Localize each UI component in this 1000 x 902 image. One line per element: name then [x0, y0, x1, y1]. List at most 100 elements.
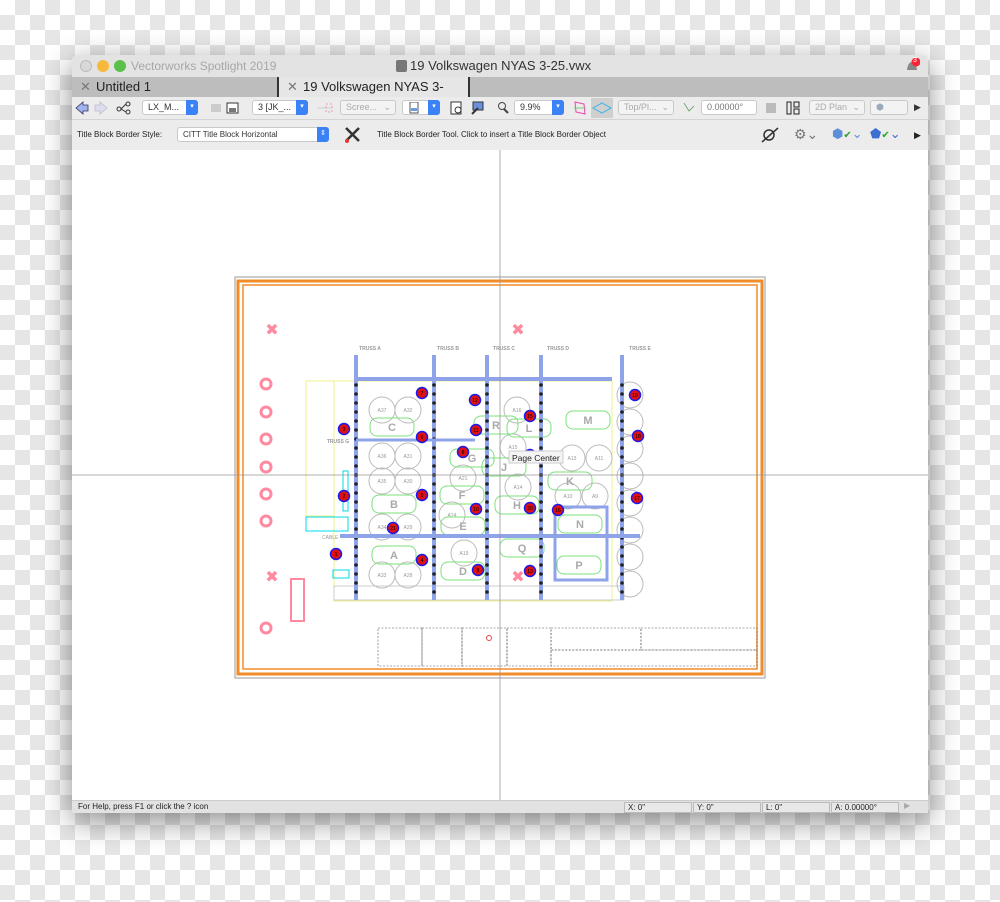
lighting-fixture — [432, 455, 436, 459]
navigation-graph-icon[interactable] — [116, 100, 132, 116]
drawing-svg[interactable]: ✖✖✖✖A37 A32A36 A31A35 A30A34 A29A33 A28A16A15… — [72, 150, 928, 800]
view-select[interactable]: Top/Pl... ⌄ — [618, 100, 674, 115]
chevron-down-icon: ▾ — [428, 100, 440, 115]
render-mode-select[interactable]: 2D Plan ⌄ — [809, 100, 865, 115]
stack-layers-icon[interactable] — [764, 100, 778, 116]
app-title: Vectorworks Spotlight 2019 — [131, 59, 277, 73]
more-arrow-icon[interactable]: ▶ — [914, 130, 921, 141]
more-arrow-icon[interactable]: ▶ — [914, 102, 921, 113]
lighting-fixture — [620, 383, 624, 387]
screen-select-value: Scree... — [346, 102, 378, 112]
balloon-number: 17 — [634, 496, 640, 502]
lighting-fixture — [620, 419, 624, 423]
lighting-fixture — [354, 518, 358, 522]
close-tab-icon[interactable]: ✕ — [80, 77, 91, 96]
lighting-fixture — [539, 527, 543, 531]
page-setup-select[interactable]: ▾ — [402, 100, 440, 115]
status-more-icon[interactable]: ▶ — [904, 801, 910, 810]
tab-untitled-1[interactable]: ✕ Untitled 1 — [72, 77, 277, 97]
tool-settings-icon[interactable] — [343, 125, 365, 145]
lighting-fixture — [620, 491, 624, 495]
rotation-field[interactable]: 0.00000° — [701, 100, 757, 115]
area-label: M — [583, 415, 592, 427]
saved-view-icon[interactable] — [226, 100, 240, 116]
class-select[interactable]: LX_M... ▾ — [142, 100, 198, 115]
snap-inspector-icon[interactable] — [760, 126, 780, 144]
lighting-fixture — [485, 563, 489, 567]
top-plan-view-button[interactable] — [591, 98, 613, 118]
forward-arrow-icon[interactable] — [94, 100, 108, 116]
screen-select[interactable]: Scree... ⌄ — [340, 100, 396, 115]
projection-select[interactable]: ⬢ — [870, 100, 908, 115]
area-label: A — [390, 550, 398, 562]
drawing-canvas[interactable]: ✖ ✖ ✖ ✖ A37 A32 A36 A31 A35 A30 A34 A29 A33 A28 A16 A15… — [72, 150, 928, 800]
seat-label: A29 — [404, 525, 413, 531]
lighting-fixture — [539, 491, 543, 495]
zoom-window-button[interactable] — [114, 60, 126, 72]
lighting-fixture — [485, 437, 489, 441]
lighting-fixture — [354, 401, 358, 405]
seat-label: A15 — [509, 445, 518, 451]
lighting-fixture — [354, 383, 358, 387]
close-tab-icon[interactable]: ✕ — [287, 77, 298, 96]
page-icon — [409, 101, 419, 114]
projection-icon: ⬢ — [876, 102, 884, 112]
lighting-fixture — [354, 455, 358, 459]
lighting-fixture — [354, 446, 358, 450]
layers-icon[interactable] — [210, 100, 222, 116]
tab-volkswagen[interactable]: ✕19 Volkswagen NYAS 3-25.v... — [277, 77, 470, 113]
working-plane-icon[interactable] — [572, 100, 588, 116]
chevron-down-icon: ⌄ — [383, 102, 391, 112]
layer-select[interactable]: 3 [JK_... ▾ — [252, 100, 308, 115]
lighting-fixture — [432, 383, 436, 387]
rotate-plan-icon[interactable] — [681, 100, 697, 116]
seat-label: A21 — [459, 476, 468, 482]
render-mode-value: 2D Plan — [815, 102, 848, 112]
lighting-fixture — [354, 545, 358, 549]
lighting-fixture — [354, 419, 358, 423]
balloon-number: 18 — [635, 434, 641, 440]
balloon-number: 6 — [421, 435, 424, 441]
gear-icon[interactable]: ⚙⌄ — [794, 126, 818, 143]
lighting-fixture — [620, 527, 624, 531]
chevron-down-icon: ▾ — [552, 100, 564, 115]
top-plan-icon — [591, 102, 613, 114]
seat-label: A28 — [404, 573, 413, 579]
lighting-fixture — [354, 500, 358, 504]
lighting-fixture — [432, 509, 436, 513]
minimize-window-button[interactable] — [97, 60, 109, 72]
lighting-fixture — [485, 518, 489, 522]
seat-label: A35 — [378, 479, 387, 485]
truss-label: TRUSS B — [437, 346, 459, 352]
layer-link-icon[interactable] — [316, 100, 334, 116]
lighting-fixture — [620, 392, 624, 396]
lighting-fixture — [620, 482, 624, 486]
fit-to-objects-icon[interactable] — [449, 100, 465, 116]
notifications-bell-icon[interactable]: 3 — [904, 57, 921, 74]
area-label: R — [492, 420, 500, 432]
balloon-number: 15 — [527, 414, 533, 420]
lighting-fixture — [539, 500, 543, 504]
truss-label: TRUSS D — [547, 346, 569, 352]
lighting-fixture — [354, 410, 358, 414]
back-arrow-icon[interactable] — [75, 100, 89, 116]
lighting-fixture — [432, 392, 436, 396]
area-label: P — [575, 560, 582, 572]
title-block-style-select[interactable]: CITT Title Block Horizontal ⇕ — [177, 127, 329, 142]
app-window: Vectorworks Spotlight 2019 19 Volkswagen… — [72, 55, 928, 813]
zoom-lens-icon[interactable] — [497, 100, 509, 116]
layout-panels-icon[interactable] — [785, 100, 801, 116]
fit-to-page-icon[interactable] — [470, 100, 486, 116]
rigging-point-icon: ✖ — [511, 322, 524, 339]
lighting-fixture — [539, 401, 543, 405]
layer-check-icon[interactable]: ⬟✔⌄ — [870, 126, 901, 142]
balloon-number: 3 — [343, 427, 346, 433]
close-window-button[interactable] — [80, 60, 92, 72]
seat-label: A19 — [460, 551, 469, 557]
class-check-icon[interactable]: ⬢✔⌄ — [832, 126, 863, 142]
angle-readout: A: 0.00000° — [831, 802, 899, 813]
zoom-field[interactable]: 9.9% ▾ — [514, 100, 564, 115]
lighting-fixture — [620, 590, 624, 594]
truss-label: TRUSS G — [327, 439, 349, 445]
seat-label: A10 — [564, 494, 573, 500]
